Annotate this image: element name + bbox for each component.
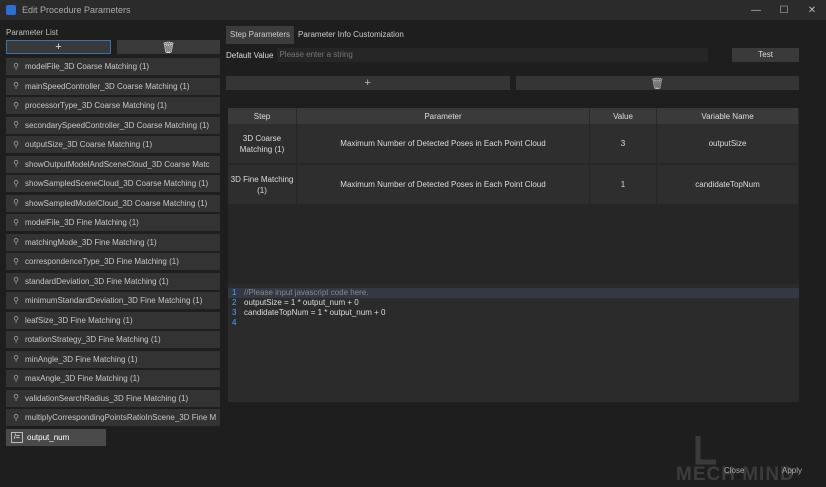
step-cell: 3D Fine Matching (1): [228, 164, 297, 206]
step-table: Step Parameter Value Variable Name 3D Co…: [228, 108, 799, 284]
default-value-label: Default Value: [226, 50, 274, 60]
link-icon: ⚲: [13, 354, 19, 363]
value-cell[interactable]: 1: [589, 164, 657, 206]
tab-step-parameters[interactable]: Step Parameters: [226, 26, 295, 44]
test-button[interactable]: Test: [732, 48, 799, 62]
code-line: 4: [232, 318, 237, 327]
code-line: 2 outputSize = 1 * output_num + 0: [232, 298, 359, 307]
column-header-parameter: Parameter: [296, 108, 590, 124]
link-icon: ⚲: [13, 120, 19, 129]
parameter-list-panel: Parameter List + 🗑 ⚲ modelFile_3D Coarse …: [6, 26, 220, 448]
link-icon: ⚲: [13, 237, 19, 246]
list-item[interactable]: ⚲ showOutputModelAndSceneCloud_3D Coarse …: [6, 155, 220, 173]
step-cell: 3D Coarse Matching (1): [228, 124, 297, 165]
link-icon: ⚲: [13, 315, 19, 324]
list-item[interactable]: ⚲ multiplyCorrespondingPointsRatioInScene…: [6, 409, 220, 426]
column-header-step: Step: [228, 108, 297, 124]
maximize-button[interactable]: ☐: [770, 0, 798, 20]
value-cell[interactable]: 3: [589, 124, 657, 165]
list-item-selected[interactable]: /= output_num: [6, 428, 106, 446]
link-icon: ⚲: [13, 159, 19, 168]
list-item[interactable]: ⚲ maxAngle_3D Fine Matching (1): [6, 370, 220, 387]
variable-name-cell[interactable]: outputSize: [656, 124, 799, 165]
title-bar: Edit Procedure Parameters — ☐ ✕: [0, 0, 826, 20]
link-icon: ⚲: [13, 334, 19, 344]
link-icon: ⚲: [13, 295, 19, 305]
app-icon: [6, 5, 16, 15]
list-item[interactable]: ⚲ standardDeviation_3D Fine Matching (1): [6, 272, 220, 290]
apply-button[interactable]: Apply: [782, 466, 802, 475]
parameter-list: ⚲ modelFile_3D Coarse Matching (1) ⚲ mainS…: [6, 58, 220, 446]
list-item[interactable]: ⚲ rotationStrategy_3D Fine Matching (1): [6, 331, 220, 348]
parameter-cell: Maximum Number of Detected Poses in Each…: [296, 124, 590, 165]
link-icon: ⚲: [13, 393, 19, 402]
link-icon: ⚲: [13, 61, 19, 71]
parameter-list-label: Parameter List: [6, 28, 59, 37]
link-icon: ⚲: [13, 373, 19, 383]
close-button[interactable]: Close: [724, 466, 744, 475]
column-header-variable-name: Variable Name: [656, 108, 799, 124]
formula-icon: /=: [11, 431, 23, 443]
list-item[interactable]: ⚲ processorType_3D Coarse Matching (1): [6, 97, 220, 114]
delete-step-button[interactable]: 🗑: [515, 76, 799, 90]
link-icon: ⚲: [13, 139, 19, 149]
add-parameter-button[interactable]: +: [6, 40, 111, 54]
table-row[interactable]: 3D Fine Matching (1) Maximum Number of D…: [228, 164, 799, 206]
variable-name-cell[interactable]: candidateTopNum: [656, 164, 799, 206]
parameter-cell: Maximum Number of Detected Poses in Each…: [296, 164, 590, 206]
list-item[interactable]: ⚲ matchingMode_3D Fine Matching (1): [6, 233, 220, 251]
link-icon: ⚲: [13, 81, 19, 90]
list-item[interactable]: ⚲ showSampledSceneCloud_3D Coarse Matchin…: [6, 175, 220, 192]
code-line: 1//Please input javascript code here.: [228, 288, 799, 298]
add-step-button[interactable]: +: [226, 76, 510, 90]
column-header-value: Value: [589, 108, 657, 124]
list-item[interactable]: ⚲ validationSearchRadius_3D Fine Matching…: [6, 389, 220, 407]
link-icon: ⚲: [13, 100, 19, 110]
delete-parameter-button[interactable]: 🗑: [117, 40, 220, 54]
list-item[interactable]: ⚲ showSampledModelCloud_3D Coarse Matchin…: [6, 194, 220, 212]
tab-parameter-info-customization[interactable]: Parameter Info Customization: [294, 26, 408, 44]
list-item[interactable]: ⚲ correspondenceType_3D Fine Matching (1): [6, 253, 220, 270]
window-title: Edit Procedure Parameters: [22, 5, 131, 15]
list-item[interactable]: ⚲ modelFile_3D Coarse Matching (1): [6, 58, 220, 75]
detail-panel: Step Parameters Parameter Info Customiza…: [226, 26, 799, 402]
minimize-button[interactable]: —: [742, 0, 770, 20]
link-icon: ⚲: [13, 256, 19, 266]
list-item[interactable]: ⚲ outputSize_3D Coarse Matching (1): [6, 136, 220, 153]
link-icon: ⚲: [13, 412, 19, 422]
code-line: 3 candidateTopNum = 1 * output_num + 0: [232, 308, 386, 317]
list-item[interactable]: ⚲ mainSpeedController_3D Coarse Matching …: [6, 77, 220, 95]
list-item[interactable]: ⚲ leafSize_3D Fine Matching (1): [6, 311, 220, 329]
list-item[interactable]: ⚲ modelFile_3D Fine Matching (1): [6, 214, 220, 231]
close-window-button[interactable]: ✕: [798, 0, 826, 20]
mech-mind-logo: MECH MIND: [676, 436, 794, 484]
table-row[interactable]: 3D Coarse Matching (1) Maximum Number of…: [228, 124, 799, 165]
list-item[interactable]: ⚲ secondarySpeedController_3D Coarse Matc…: [6, 116, 220, 134]
default-value-input[interactable]: Please enter a string: [277, 48, 709, 62]
link-icon: ⚲: [13, 198, 19, 207]
list-item[interactable]: ⚲ minAngle_3D Fine Matching (1): [6, 350, 220, 368]
list-item[interactable]: ⚲ minimumStandardDeviation_3D Fine Matchi…: [6, 292, 220, 309]
code-editor[interactable]: 1//Please input javascript code here. 2o…: [228, 284, 799, 402]
link-icon: ⚲: [13, 217, 19, 227]
link-icon: ⚲: [13, 276, 19, 285]
link-icon: ⚲: [13, 178, 19, 188]
